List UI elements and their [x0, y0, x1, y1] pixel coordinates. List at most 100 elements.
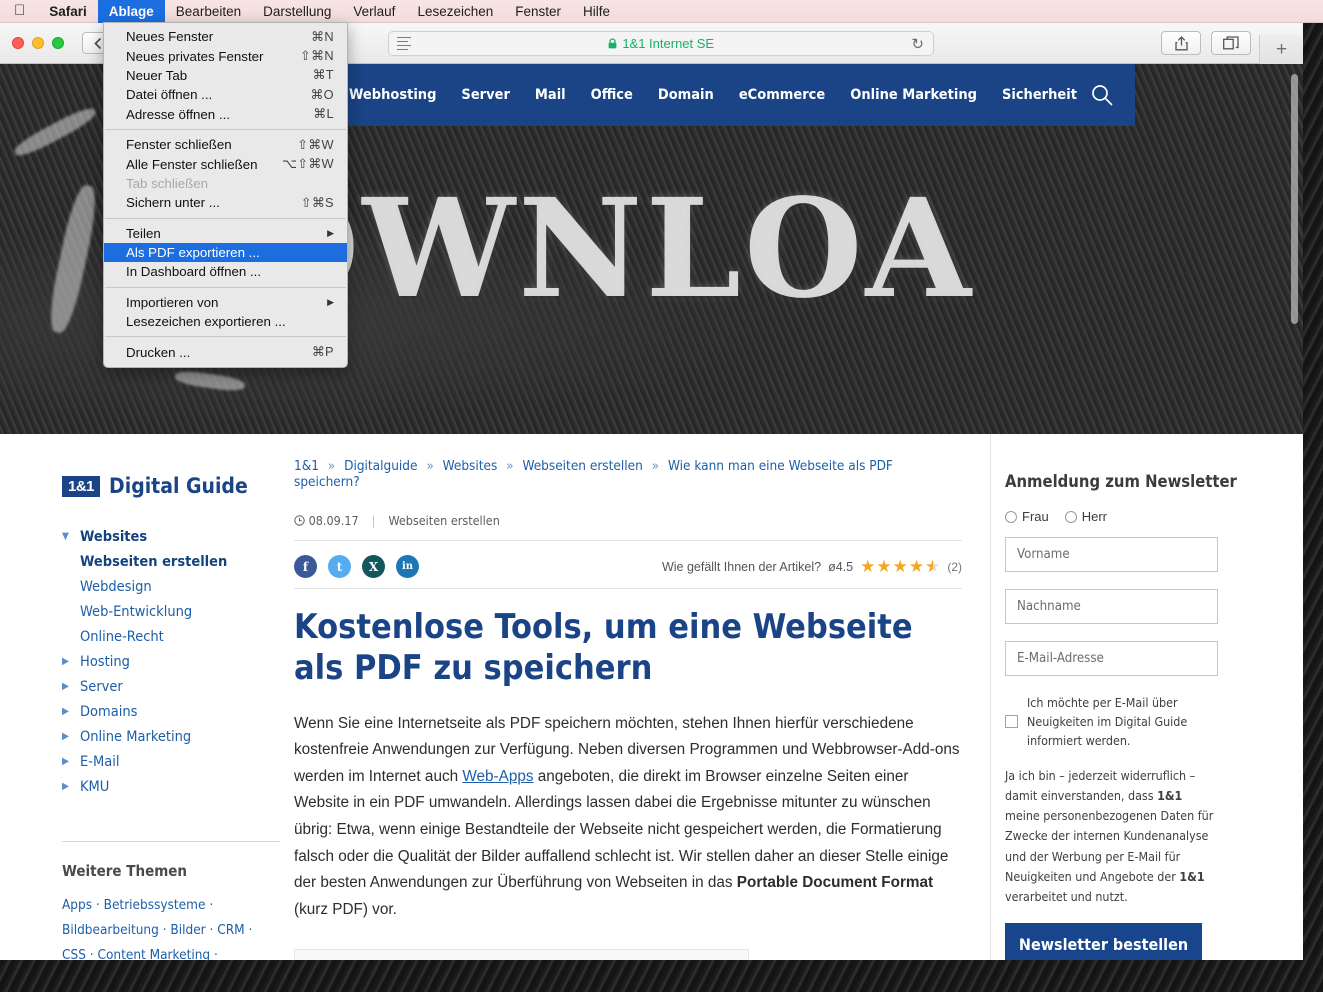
sidebar-item-online-marketing[interactable]: ▶ Online Marketing	[62, 724, 280, 749]
radio-herr[interactable]: Herr	[1064, 509, 1107, 524]
facebook-icon[interactable]: f	[294, 555, 317, 578]
menu-item-neuer-tab[interactable]: Neuer Tab ⌘T	[104, 66, 347, 85]
menu-darstellung[interactable]: Darstellung	[252, 0, 342, 23]
sidebar-item-label: Domains	[80, 703, 138, 720]
sidebar-icon[interactable]	[397, 36, 411, 51]
menu-item-teilen[interactable]: Teilen ▶	[104, 224, 347, 243]
clock-icon	[294, 515, 305, 526]
linkedin-icon[interactable]: in	[396, 555, 419, 578]
sidebar-item-kmu[interactable]: ▶ KMU	[62, 774, 280, 799]
menu-item-adresse-oeffnen[interactable]: Adresse öffnen ... ⌘L	[104, 105, 347, 124]
menu-bearbeiten[interactable]: Bearbeiten	[165, 0, 252, 23]
paragraph-part-3: (kurz PDF) vor.	[294, 900, 397, 918]
sidebar-item-webseiten-erstellen[interactable]: Webseiten erstellen	[62, 549, 280, 574]
sidebar-item-online-recht[interactable]: Online-Recht	[62, 624, 280, 649]
paragraph-bold-term: Portable Document Format	[736, 874, 934, 892]
sidebar-item-label: Websites	[80, 528, 148, 545]
sidebar-item-label: Hosting	[80, 653, 130, 670]
menu-item-alle-fenster-schliessen[interactable]: Alle Fenster schließen ⌥⇧⌘W	[104, 154, 347, 173]
menu-safari[interactable]: Safari	[38, 0, 98, 23]
page-scrollbar[interactable]	[1291, 74, 1298, 324]
menu-verlauf[interactable]: Verlauf	[342, 0, 406, 23]
chalk-smudge	[11, 103, 99, 161]
menu-item-in-dashboard-oeffnen[interactable]: In Dashboard öffnen ...	[104, 262, 347, 281]
nav-link-sicherheit[interactable]: Sicherheit	[1002, 87, 1077, 103]
newsletter-consent-checkbox-row[interactable]: Ich möchte per E-Mail über Neuigkeiten i…	[1005, 693, 1218, 751]
breadcrumb-item-1und1[interactable]: 1&1	[294, 458, 319, 474]
sidebar-item-label: Online-Recht	[80, 628, 164, 645]
reload-icon[interactable]: ↻	[911, 35, 924, 53]
sidebar-item-label: Webseiten erstellen	[80, 553, 228, 570]
close-window-button[interactable]	[12, 37, 24, 49]
firstname-input[interactable]	[1005, 537, 1218, 572]
article-category[interactable]: Webseiten erstellen	[388, 513, 499, 528]
sidebar-item-webdesign[interactable]: Webdesign	[62, 574, 280, 599]
menu-item-drucken[interactable]: Drucken ... ⌘P	[104, 342, 347, 361]
sidebar-tree: ▼ Websites Webseiten erstellen Webdesign…	[62, 524, 280, 799]
nav-link-domain[interactable]: Domain	[658, 87, 714, 103]
menu-separator	[105, 217, 346, 219]
social-and-rating-row: f t X in Wie gefällt Ihnen der Artikel? …	[294, 541, 962, 589]
legal-brand-1: 1&1	[1157, 787, 1183, 803]
tab-overview-button[interactable]	[1211, 31, 1251, 55]
nav-link-office[interactable]: Office	[591, 87, 633, 103]
nav-link-ecommerce[interactable]: eCommerce	[739, 87, 825, 103]
nav-link-mail[interactable]: Mail	[535, 87, 566, 103]
sidebar-item-web-entwicklung[interactable]: Web-Entwicklung	[62, 599, 280, 624]
share-button[interactable]	[1161, 31, 1201, 55]
breadcrumb-separator: »	[651, 458, 660, 474]
breadcrumb-item-websites[interactable]: Websites	[443, 458, 498, 474]
twitter-icon[interactable]: t	[328, 555, 351, 578]
radio-frau-label: Frau	[1022, 509, 1049, 524]
search-icon[interactable]	[1091, 84, 1113, 111]
xing-icon[interactable]: X	[362, 555, 385, 578]
sidebar-item-label: Web-Entwicklung	[80, 603, 193, 620]
url-text-container: 1&1 Internet SE	[411, 36, 911, 51]
maximize-window-button[interactable]	[52, 37, 64, 49]
salutation-radios: Frau Herr	[1005, 509, 1218, 524]
breadcrumb-item-webseiten-erstellen[interactable]: Webseiten erstellen	[522, 458, 642, 474]
paragraph-part-2: angeboten, die direkt im Browser einzeln…	[294, 767, 949, 892]
sidebar-item-hosting[interactable]: ▶ Hosting	[62, 649, 280, 674]
lastname-input[interactable]	[1005, 589, 1218, 624]
menu-item-sichern-unter[interactable]: Sichern unter ... ⇧⌘S	[104, 193, 347, 212]
sidebar-item-server[interactable]: ▶ Server	[62, 674, 280, 699]
menu-item-importieren-von[interactable]: Importieren von ▶	[104, 293, 347, 312]
breadcrumb-item-digitalguide[interactable]: Digitalguide	[344, 458, 417, 474]
address-bar[interactable]: 1&1 Internet SE ↻	[388, 31, 934, 56]
menu-item-als-pdf-exportieren[interactable]: Als PDF exportieren ...	[104, 242, 347, 263]
menu-hilfe[interactable]: Hilfe	[572, 0, 621, 23]
sidebar-item-domains[interactable]: ▶ Domains	[62, 699, 280, 724]
chevron-right-icon: ▶	[62, 656, 69, 667]
sidebar-item-label: Webdesign	[80, 578, 152, 595]
nav-link-server[interactable]: Server	[461, 87, 509, 103]
article-body: Wenn Sie eine Internetseite als PDF spei…	[294, 711, 962, 924]
web-apps-link[interactable]: Web-Apps	[462, 768, 533, 785]
sidebar-item-websites[interactable]: ▼ Websites	[62, 524, 280, 549]
newsletter-submit-button[interactable]: Newsletter bestellen	[1005, 923, 1202, 960]
menu-ablage[interactable]: Ablage	[97, 0, 165, 23]
radio-frau[interactable]: Frau	[1005, 509, 1049, 524]
digital-guide-logo[interactable]: 1&1 Digital Guide	[62, 474, 280, 498]
menu-item-datei-oeffnen[interactable]: Datei öffnen ... ⌘O	[104, 85, 347, 104]
nav-link-webhosting[interactable]: Webhosting	[349, 87, 436, 103]
menu-lesezeichen[interactable]: Lesezeichen	[406, 0, 504, 23]
menu-item-lesezeichen-exportieren[interactable]: Lesezeichen exportieren ...	[104, 312, 347, 331]
breadcrumb-separator: »	[506, 458, 514, 474]
star-rating[interactable]: ★ ★ ★ ★ ★ ★	[860, 557, 940, 577]
checkbox-icon[interactable]	[1005, 715, 1018, 729]
menu-item-neues-privates-fenster[interactable]: Neues privates Fenster ⇧⌘N	[104, 46, 347, 65]
nav-link-online-marketing[interactable]: Online Marketing	[850, 87, 977, 103]
apple-logo-icon[interactable]: 	[0, 0, 38, 23]
menu-item-fenster-schliessen[interactable]: Fenster schließen ⇧⌘W	[104, 135, 347, 154]
menu-fenster[interactable]: Fenster	[504, 0, 572, 23]
minimize-window-button[interactable]	[32, 37, 44, 49]
topic-tags[interactable]: Apps · Betriebssysteme · Bildbearbeitung…	[62, 893, 280, 960]
new-tab-button[interactable]: +	[1259, 35, 1303, 64]
star-half-icon: ★ ★	[925, 556, 941, 576]
meta-divider: |	[371, 513, 376, 528]
email-input[interactable]	[1005, 641, 1218, 676]
menu-separator	[105, 286, 346, 288]
menu-item-neues-fenster[interactable]: Neues Fenster ⌘N	[104, 27, 347, 46]
sidebar-item-e-mail[interactable]: ▶ E-Mail	[62, 749, 280, 774]
